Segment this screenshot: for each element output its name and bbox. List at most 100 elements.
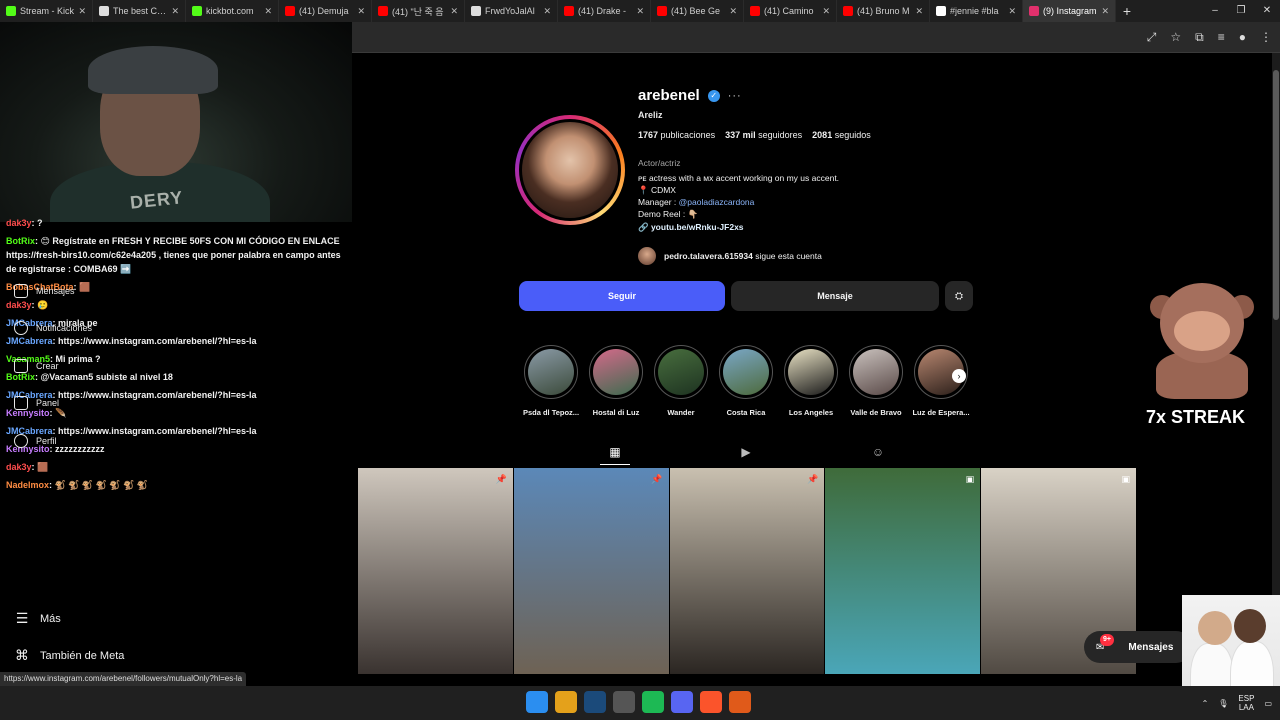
browser-tab[interactable]: (41) Drake - ✕ — [558, 0, 651, 22]
settings-app-icon[interactable] — [613, 691, 635, 713]
close-tab-icon[interactable]: ✕ — [543, 6, 551, 17]
bookmark-star-icon[interactable]: ☆ — [1170, 30, 1181, 44]
follow-button[interactable]: Seguir — [519, 281, 725, 311]
browser-tab[interactable]: (41) Bruno M ✕ — [837, 0, 930, 22]
chrome-icon[interactable] — [555, 691, 577, 713]
chat-username[interactable]: dak3y — [6, 300, 32, 310]
language-indicator[interactable]: ESP LAA — [1238, 694, 1254, 712]
tab-posts-grid-icon[interactable]: ▦ — [608, 445, 622, 459]
browser-tab[interactable]: #jennie #bla ✕ — [930, 0, 1023, 22]
tab-tagged-icon[interactable]: ☺ — [871, 445, 885, 459]
profile-username: arebenel — [638, 87, 700, 104]
close-tab-icon[interactable]: ✕ — [171, 6, 179, 17]
post-thumbnail[interactable]: 📌 — [669, 468, 825, 674]
close-tab-icon[interactable]: ✕ — [636, 6, 644, 17]
browser-tab[interactable]: (41) Demuja ✕ — [279, 0, 372, 22]
browser-tab[interactable]: FrwdYoJalAl ✕ — [465, 0, 558, 22]
browser-tab[interactable]: The best Chat ✕ — [93, 0, 186, 22]
microphone-icon[interactable]: 🎙 — [1218, 699, 1228, 708]
person-head-left — [1198, 611, 1232, 645]
chat-username[interactable]: dak3y — [6, 218, 32, 228]
browser-menu-icon[interactable]: ⋮ — [1260, 30, 1272, 44]
highlight-cover — [719, 345, 773, 399]
tab-title: (41) Bruno M — [857, 6, 910, 16]
steam-icon[interactable] — [584, 691, 606, 713]
highlight-cover — [589, 345, 643, 399]
browser-tab[interactable]: Stream - Kick ✕ — [0, 0, 93, 22]
network-icon[interactable]: ▭ — [1264, 699, 1272, 708]
chat-username[interactable]: BotRix — [6, 236, 35, 246]
post-thumbnail[interactable]: 📌 — [513, 468, 669, 674]
streamer-cap — [88, 46, 218, 94]
tray-chevron-icon[interactable]: ⌃ — [1202, 699, 1209, 708]
close-tab-icon[interactable]: ✕ — [78, 6, 86, 17]
close-tab-icon[interactable]: ✕ — [729, 6, 737, 17]
close-tab-icon[interactable]: ✕ — [450, 6, 458, 17]
close-tab-icon[interactable]: ✕ — [357, 6, 365, 17]
minimize-icon[interactable]: – — [1202, 0, 1228, 22]
tab-reels-icon[interactable]: ▶ — [739, 445, 753, 459]
tab-title: (41) Drake - — [578, 6, 627, 16]
manager-mention-link[interactable]: @paoladiazcardona — [679, 197, 755, 207]
close-tab-icon[interactable]: ✕ — [915, 6, 923, 17]
ig-nav-create[interactable]: Crear — [14, 359, 59, 373]
story-highlight[interactable]: Psda dl Tepoz... — [523, 345, 579, 417]
story-highlight[interactable]: Wander — [654, 345, 708, 417]
reel-icon: ▣ — [965, 474, 975, 484]
chat-username[interactable]: JMCabrera — [6, 336, 53, 346]
story-highlight[interactable]: Hostal di Luz — [589, 345, 643, 417]
nav-also-from-meta[interactable]: ⌘ También de Meta — [14, 647, 124, 664]
chart-icon — [14, 396, 28, 410]
nav-more[interactable]: ☰ Más — [14, 610, 61, 627]
spotify-icon[interactable] — [642, 691, 664, 713]
stat-following[interactable]: 2081 seguidos — [812, 130, 871, 140]
close-window-icon[interactable]: ✕ — [1254, 0, 1280, 22]
story-highlight[interactable]: Valle de Bravo — [849, 345, 903, 417]
highlights-next-icon[interactable]: › — [952, 369, 966, 383]
browser-tab[interactable]: (9) Instagram ✕ — [1023, 0, 1116, 22]
tab-favicon-icon — [99, 6, 109, 16]
chat-username[interactable]: BotRix — [6, 372, 35, 382]
messages-badge: 9+ — [1100, 634, 1114, 646]
followed-by[interactable]: pedro.talavera.615934 sigue esta cuenta — [638, 247, 1058, 265]
browser-tab[interactable]: kickbot.com ✕ — [186, 0, 279, 22]
post-thumbnail[interactable]: 📌 — [358, 468, 513, 674]
close-tab-icon[interactable]: ✕ — [1008, 6, 1016, 17]
story-highlight[interactable]: Los Angeles — [784, 345, 838, 417]
profile-avatar[interactable] — [515, 115, 625, 225]
chat-username[interactable]: Nadelmox — [6, 480, 49, 490]
close-tab-icon[interactable]: ✕ — [1101, 6, 1109, 17]
ig-nav-notifications[interactable]: Notificaciones — [14, 321, 92, 335]
verified-badge-icon: ✓ — [707, 89, 720, 102]
extensions-icon[interactable]: ⧉ — [1195, 30, 1204, 45]
maximize-icon[interactable]: ❐ — [1228, 0, 1254, 22]
new-tab-button[interactable]: + — [1116, 3, 1138, 19]
more-options-icon[interactable]: ··· — [728, 90, 742, 102]
ig-nav-panel[interactable]: Panel — [14, 396, 59, 410]
app-icon[interactable] — [729, 691, 751, 713]
ig-nav-messages[interactable]: Mensajes — [14, 284, 75, 298]
windows-start-icon[interactable] — [526, 691, 548, 713]
profile-link[interactable]: 🔗 youtu.be/wRnku-JF2xs — [638, 222, 1058, 233]
close-tab-icon[interactable]: ✕ — [822, 6, 830, 17]
stat-followers[interactable]: 337 mil seguidores — [725, 130, 802, 140]
browser-tab[interactable]: (41) "난 죽 음 ✕ — [372, 0, 465, 22]
scrollbar-thumb[interactable] — [1273, 70, 1279, 320]
message-button[interactable]: Mensaje — [731, 281, 939, 311]
ig-nav-profile[interactable]: Perfil — [14, 434, 57, 448]
bio-manager: Manager : @paoladiazcardona — [638, 197, 755, 207]
reading-list-icon[interactable]: ≡ — [1218, 30, 1225, 44]
close-tab-icon[interactable]: ✕ — [264, 6, 272, 17]
discord-icon[interactable] — [671, 691, 693, 713]
avatar-border — [519, 119, 621, 221]
browser-tab[interactable]: (41) Bee Ge ✕ — [651, 0, 744, 22]
post-thumbnail[interactable]: ▣ — [825, 468, 981, 674]
install-app-icon[interactable]: ⤢ — [1147, 30, 1157, 45]
chat-username[interactable]: dak3y — [6, 462, 32, 472]
browser-tab[interactable]: (41) Camino ✕ — [744, 0, 837, 22]
story-highlight[interactable]: Costa Rica — [719, 345, 773, 417]
profile-tabs: ▦ ▶ ☺ — [352, 439, 1272, 467]
brave-icon[interactable] — [700, 691, 722, 713]
profile-avatar-icon[interactable]: ● — [1239, 30, 1246, 44]
suggested-accounts-button[interactable]: ⛭ — [945, 281, 973, 311]
